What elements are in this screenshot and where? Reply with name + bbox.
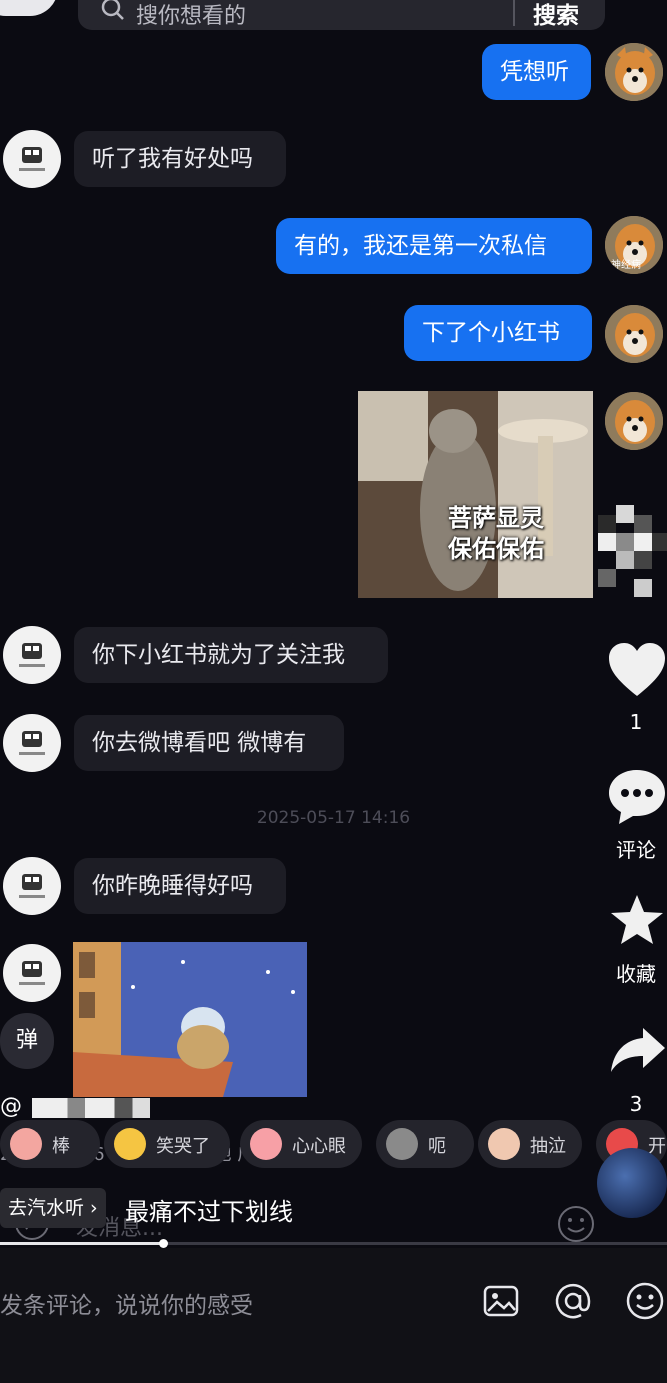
author-name-blurred [32,1098,150,1118]
like-count: 1 [629,710,643,734]
emoji-icon[interactable] [556,1204,596,1244]
emoji-face-icon [10,1128,42,1160]
avatar[interactable] [605,43,663,101]
back-button[interactable] [0,0,58,16]
message-bubble-received: 听了我有好处吗 [74,131,286,187]
emoji-face-icon [114,1128,146,1160]
search-divider [513,0,515,26]
squirtle-sticker-image[interactable] [73,942,307,1097]
chat-timestamp: 2025-05-17 14:16 [256,808,411,828]
emoji-face-icon [386,1128,418,1160]
comment-label: 评论 [616,838,656,862]
cat-sticker-image[interactable]: 菩萨显灵 保佑保佑 [358,391,593,598]
emoji-face-icon [250,1128,282,1160]
comment-input[interactable]: 发条评论，说说你的感受 [0,1286,253,1320]
progress-handle[interactable] [159,1239,169,1248]
music-disc[interactable] [597,1148,667,1218]
avatar[interactable] [3,130,61,188]
avatar[interactable] [3,857,61,915]
emoji-chip[interactable]: 抽泣 [478,1120,582,1168]
search-button[interactable]: 搜索 [533,0,579,30]
mention-icon[interactable] [553,1281,593,1321]
message-bubble-received: 你下小红书就为了关注我 [74,627,388,683]
video-progress-bar[interactable] [0,1239,667,1248]
emoji-chip[interactable]: 心心眼 [240,1120,362,1168]
music-title[interactable]: 最痛不过下划线 [125,1192,293,1227]
emoji-chip[interactable]: 棒 [0,1120,100,1168]
avatar[interactable] [3,944,61,1002]
blurred-avatar [598,505,667,597]
message-bubble-sent: 凭想听 [482,44,591,100]
message-bubble-sent: 下了个小红书 [404,305,592,361]
search-bar[interactable]: 搜你想看的 搜索 [78,0,605,30]
emoji-picker-icon[interactable] [625,1281,665,1321]
favorite-label: 收藏 [616,962,656,986]
message-bubble-received: 你昨晚睡得好吗 [74,858,286,914]
emoji-face-icon [488,1128,520,1160]
star-icon[interactable] [609,893,665,947]
image-icon[interactable] [482,1282,520,1320]
author-at: @ [0,1094,22,1119]
share-count: 3 [629,1092,643,1116]
message-bubble-received: 你去微博看吧 微博有 [74,715,344,771]
avatar[interactable] [3,626,61,684]
avatar[interactable] [605,392,663,450]
author-name[interactable]: @ [0,1094,150,1119]
emoji-chip[interactable]: 笑哭了 [104,1120,230,1168]
like-icon[interactable] [607,642,667,698]
share-icon[interactable] [609,1026,667,1074]
search-input[interactable]: 搜你想看的 [136,0,246,30]
emoji-chip[interactable]: 呃 [376,1120,474,1168]
avatar[interactable] [3,714,61,772]
sticker-caption: 菩萨显灵 保佑保佑 [448,504,544,563]
danmu-button[interactable]: 弹 [0,1013,54,1069]
music-source-tag[interactable]: 去汽水听 › [0,1188,106,1228]
avatar-badge: 神经病 [611,260,641,271]
avatar[interactable] [605,305,663,363]
search-icon [101,0,124,20]
comment-icon[interactable] [607,768,667,826]
avatar[interactable]: 神经病 [605,216,663,274]
comment-bar: 发条评论，说说你的感受 [0,1248,667,1383]
message-bubble-sent: 有的，我还是第一次私信 [276,218,592,274]
progress-fill [0,1242,164,1245]
